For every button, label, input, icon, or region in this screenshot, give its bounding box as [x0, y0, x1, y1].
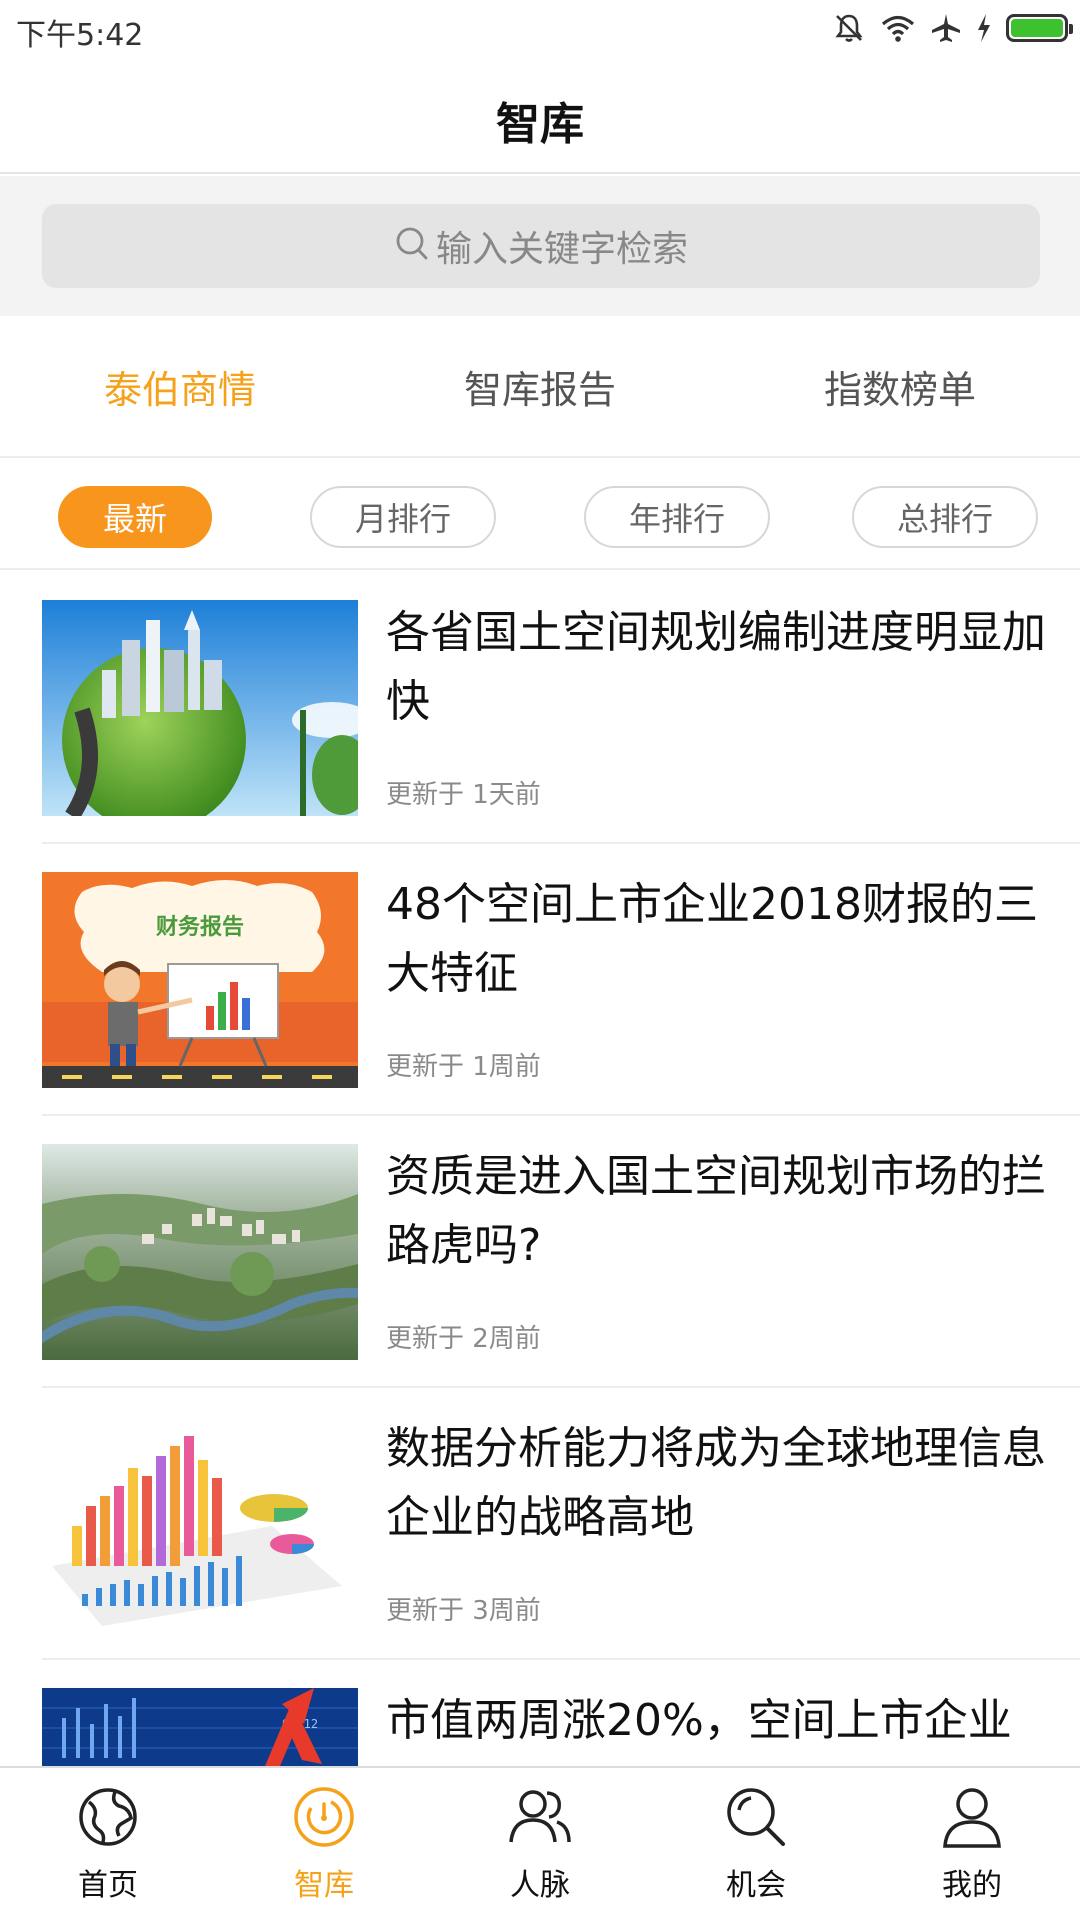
- svg-text:财务报告: 财务报告: [156, 915, 244, 940]
- mute-icon: [832, 11, 866, 45]
- article-list: 各省国土空间规划编制进度明显加快 更新于 1天前 财务报告 48个空间上市企业2…: [0, 572, 1080, 1768]
- article-thumbnail: [42, 1416, 358, 1632]
- list-item[interactable]: 0.312 市值两周涨20%，空间上市企业: [42, 1660, 1080, 1768]
- article-thumbnail: [42, 600, 358, 816]
- bottom-nav: 首页 智库 人脉 机会 我的: [0, 1766, 1080, 1920]
- globe-icon: [75, 1784, 141, 1854]
- article-title: 48个空间上市企业2018财报的三大特征: [386, 879, 1038, 999]
- list-item[interactable]: 数据分析能力将成为全球地理信息企业的战略高地 更新于 3周前: [42, 1388, 1080, 1660]
- category-tabs: 泰伯商情 智库报告 指数榜单: [0, 316, 1080, 458]
- people-icon: [507, 1784, 573, 1854]
- filter-yearly-ranking[interactable]: 年排行: [584, 486, 770, 548]
- battery-icon: [1006, 14, 1073, 42]
- nav-profile[interactable]: 我的: [864, 1768, 1080, 1920]
- article-title: 各省国土空间规划编制进度明显加快: [386, 607, 1046, 727]
- charging-icon: [976, 13, 992, 43]
- battery-level: [1011, 19, 1063, 37]
- filter-monthly-ranking[interactable]: 月排行: [310, 486, 496, 548]
- list-item[interactable]: 财务报告 48个空间上市企业2018财报的三大特征 更新于 1周前: [42, 844, 1080, 1116]
- article-updated: 更新于 1天前: [386, 780, 541, 810]
- wifi-icon: [880, 13, 916, 43]
- tab-think-tank-reports[interactable]: 智库报告: [360, 316, 720, 456]
- tab-taibo-market-info[interactable]: 泰伯商情: [0, 316, 360, 456]
- nav-think-tank[interactable]: 智库: [216, 1768, 432, 1920]
- filter-bar: 最新 月排行 年排行 总排行: [0, 460, 1080, 570]
- article-thumbnail: [42, 1144, 358, 1360]
- nav-label: 首页: [78, 1868, 138, 1903]
- article-updated: 更新于 1周前: [386, 1052, 541, 1082]
- search-placeholder: 输入关键字检索: [435, 229, 688, 270]
- nav-label: 人脉: [510, 1868, 570, 1903]
- article-updated: 更新于 2周前: [386, 1324, 541, 1354]
- article-thumbnail: 0.312: [42, 1688, 358, 1768]
- status-time: 下午5:42: [16, 18, 144, 53]
- dial-icon: [291, 1784, 357, 1854]
- search-icon: [723, 1784, 789, 1854]
- filter-latest[interactable]: 最新: [58, 486, 212, 548]
- app-header: 智库: [0, 56, 1080, 174]
- airplane-icon: [930, 12, 962, 44]
- nav-network[interactable]: 人脉: [432, 1768, 648, 1920]
- search-icon: [394, 225, 430, 267]
- article-title: 数据分析能力将成为全球地理信息企业的战略高地: [386, 1423, 1046, 1543]
- status-bar: 下午5:42: [0, 0, 1080, 56]
- nav-label: 机会: [726, 1868, 786, 1903]
- list-item[interactable]: 各省国土空间规划编制进度明显加快 更新于 1天前: [42, 572, 1080, 844]
- tab-index-rankings[interactable]: 指数榜单: [720, 316, 1080, 456]
- user-icon: [939, 1784, 1005, 1854]
- nav-home[interactable]: 首页: [0, 1768, 216, 1920]
- nav-label: 我的: [942, 1868, 1002, 1903]
- nav-opportunities[interactable]: 机会: [648, 1768, 864, 1920]
- nav-label: 智库: [294, 1868, 354, 1903]
- article-updated: 更新于 3周前: [386, 1596, 541, 1626]
- article-thumbnail: 财务报告: [42, 872, 358, 1088]
- search-input[interactable]: 输入关键字检索: [42, 204, 1040, 288]
- article-title: 资质是进入国土空间规划市场的拦路虎吗?: [386, 1151, 1046, 1271]
- list-item[interactable]: 资质是进入国土空间规划市场的拦路虎吗? 更新于 2周前: [42, 1116, 1080, 1388]
- search-area: 输入关键字检索: [0, 176, 1080, 316]
- page-title: 智库: [496, 99, 584, 150]
- status-icons: [832, 10, 1073, 46]
- filter-overall-ranking[interactable]: 总排行: [852, 486, 1038, 548]
- article-title: 市值两周涨20%，空间上市企业: [386, 1695, 1012, 1746]
